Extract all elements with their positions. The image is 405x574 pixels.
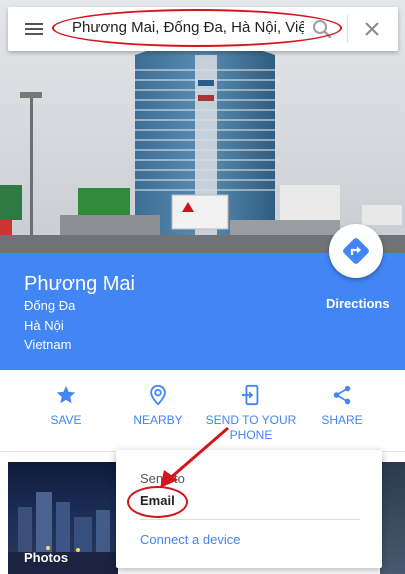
address-city: Hà Nội	[24, 318, 64, 333]
share-icon	[333, 385, 351, 405]
directions-label[interactable]: Directions	[326, 296, 390, 311]
directions-button[interactable]	[329, 224, 383, 278]
nearby-label: NEARBY	[133, 413, 183, 427]
menu-divider	[140, 519, 360, 520]
send-label-line1: SEND TO YOUR	[205, 413, 297, 427]
directions-icon	[343, 238, 369, 264]
share-label: SHARE	[321, 413, 363, 427]
hamburger-menu-icon[interactable]	[22, 19, 46, 39]
send-to-menu: Send to Email Connect a device	[116, 450, 382, 568]
nearby-button[interactable]: NEARBY	[130, 384, 186, 427]
save-label: SAVE	[50, 413, 82, 427]
search-icon[interactable]	[311, 18, 333, 40]
save-button[interactable]: SAVE	[46, 384, 86, 427]
place-title: Phương Mai	[24, 273, 135, 295]
search-input[interactable]: Phương Mai, Đống Đa, Hà Nội, Việt Nam	[72, 19, 304, 41]
photo-thumbnail-2[interactable]	[380, 462, 405, 574]
send-to-phone-icon	[241, 384, 259, 406]
close-icon[interactable]	[360, 17, 384, 41]
email-option[interactable]: Email	[140, 493, 175, 508]
address-district: Đống Đa	[24, 298, 76, 313]
star-icon	[56, 385, 76, 404]
connect-device-link[interactable]: Connect a device	[140, 532, 240, 547]
search-bar: Phương Mai, Đống Đa, Hà Nội, Việt Nam	[8, 7, 398, 51]
send-to-phone-button[interactable]: SEND TO YOUR PHONE	[205, 384, 297, 443]
address-country: Vietnam	[24, 337, 72, 352]
popup-pointer	[240, 440, 260, 450]
photos-thumbnail[interactable]: Photos	[8, 462, 118, 574]
maps-place-panel: Phương Mai, Đống Đa, Hà Nội, Việt Nam Ph…	[0, 0, 405, 574]
send-to-header: Send to	[140, 471, 185, 486]
search-divider	[347, 15, 348, 43]
location-pin-icon	[150, 384, 166, 406]
share-button[interactable]: SHARE	[318, 384, 366, 427]
photos-label: Photos	[24, 550, 69, 565]
action-bar: SAVE NEARBY SEND TO YOUR PHONE SHARE	[0, 370, 405, 452]
